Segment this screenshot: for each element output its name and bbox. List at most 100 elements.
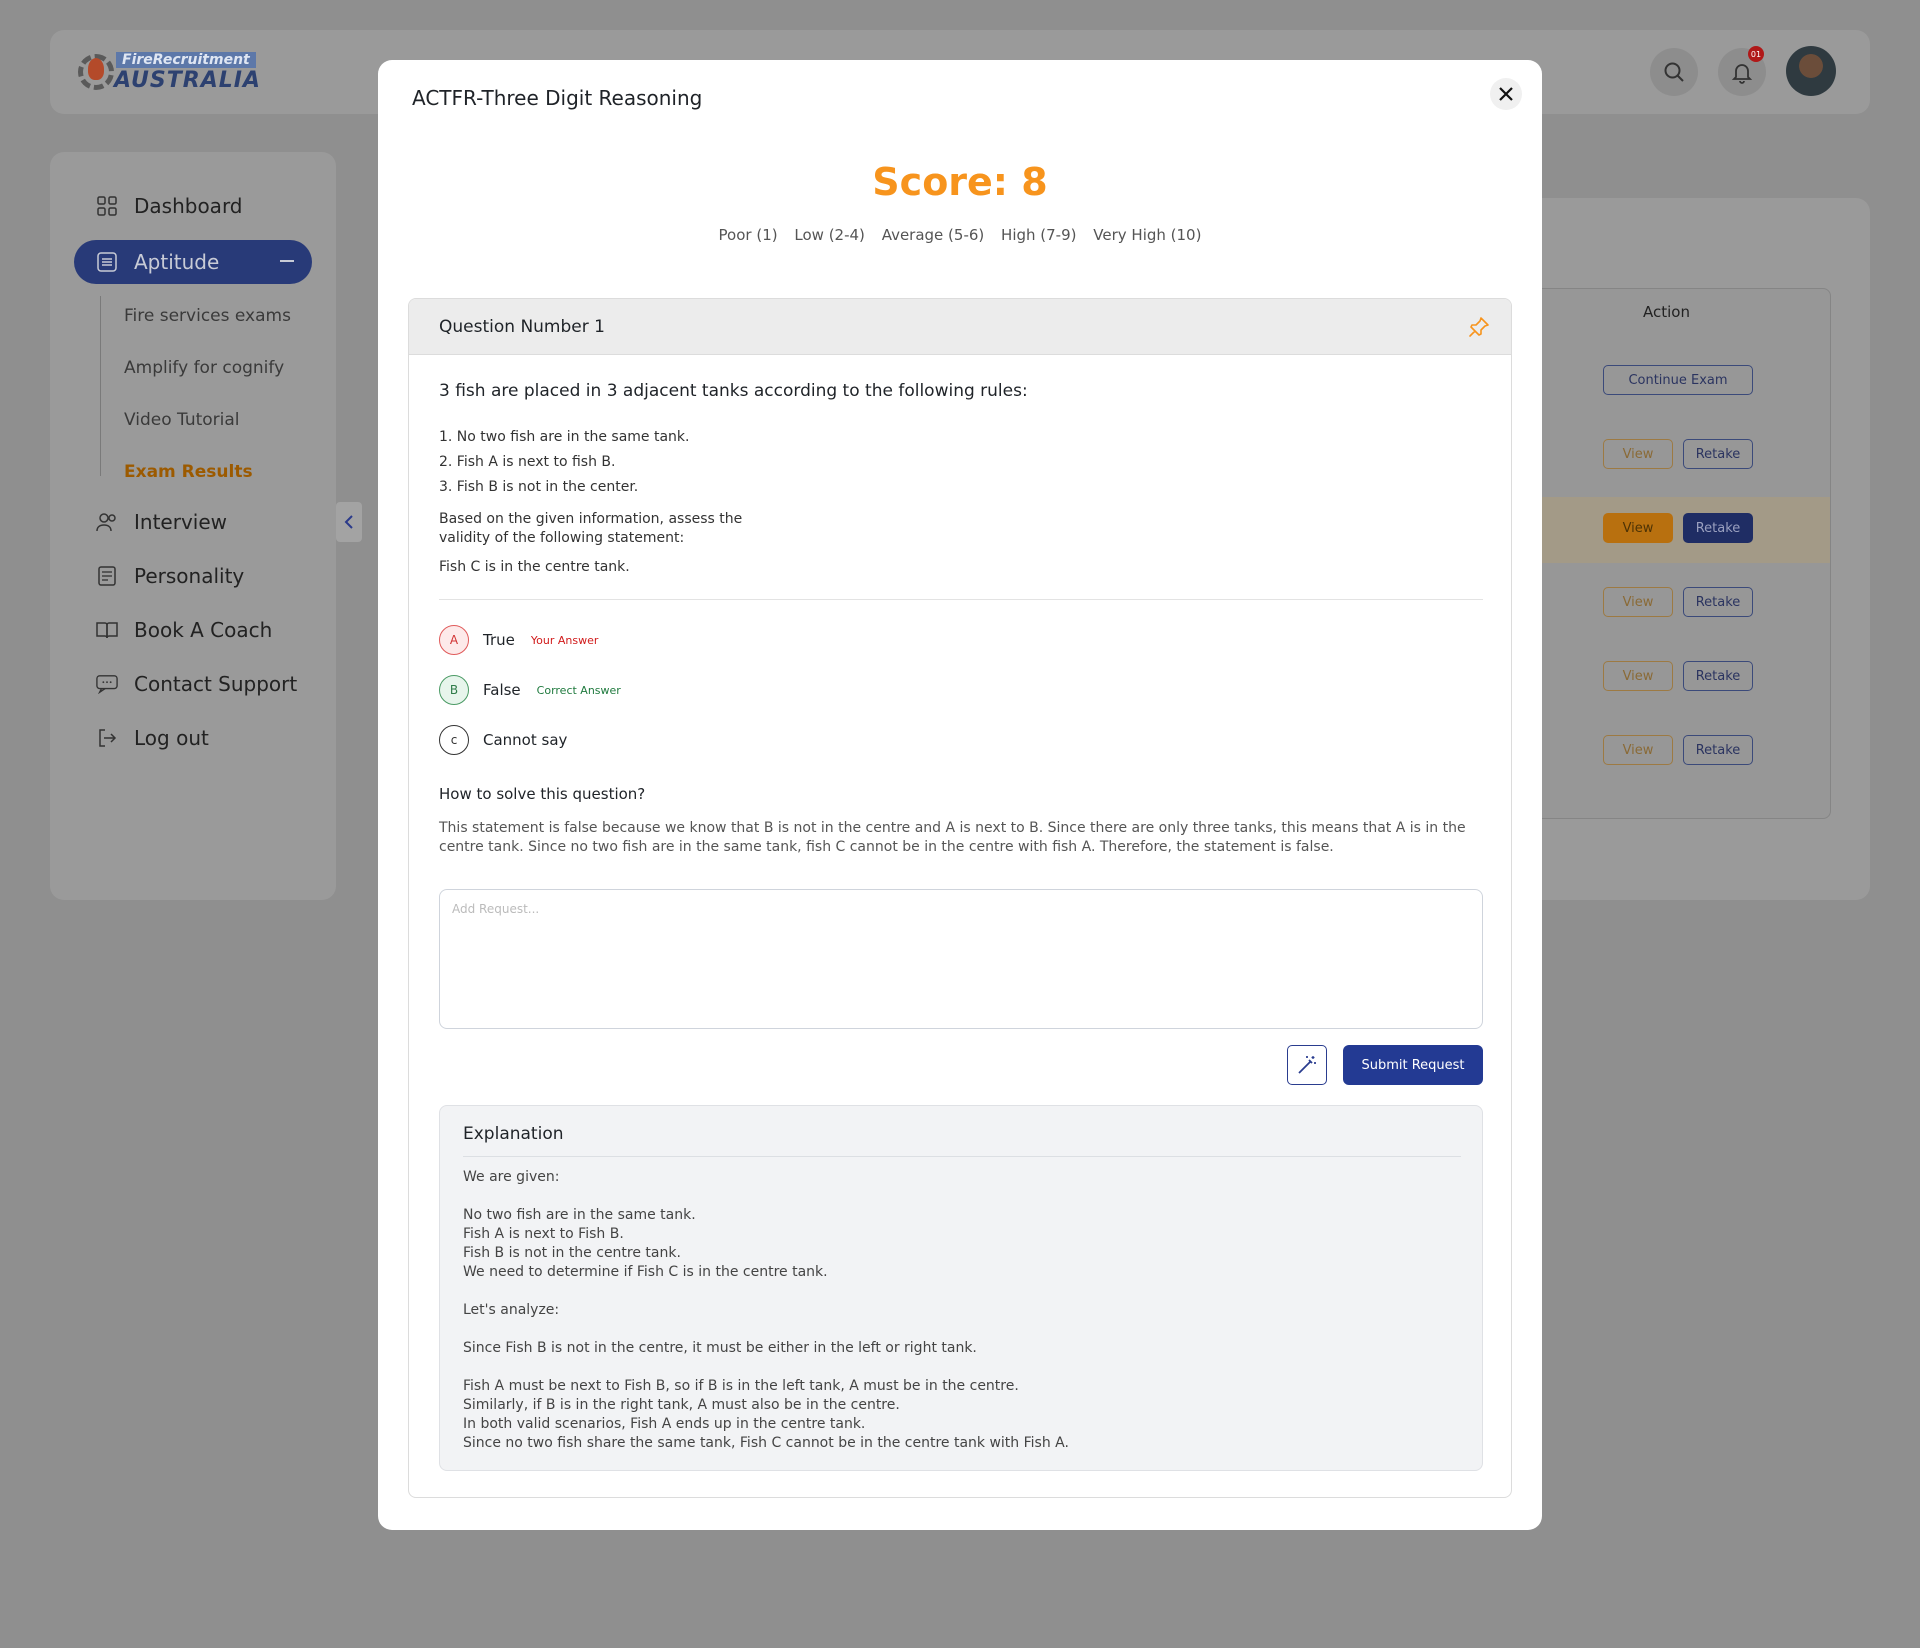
question-assess: Based on the given information, assess t… (439, 511, 743, 546)
option-c[interactable]: c Cannot say (439, 725, 567, 755)
continue-exam-button[interactable]: Continue Exam (1603, 365, 1753, 395)
collapse-minus-icon[interactable] (280, 260, 294, 262)
ai-assist-button[interactable] (1287, 1045, 1327, 1085)
explanation-line: No two fish are in the same tank. (463, 1207, 696, 1223)
explanation-line: Fish A is next to Fish B. (463, 1226, 624, 1242)
sidebar-item-personality[interactable]: Personality (74, 554, 312, 598)
explanation-line: We are given: (463, 1169, 560, 1185)
explanation-line: Since no two fish share the same tank, F… (463, 1435, 1069, 1451)
retake-button[interactable]: Retake (1683, 439, 1753, 469)
view-button[interactable]: View (1603, 587, 1673, 617)
action-column-header: Action (1643, 303, 1690, 321)
divider (463, 1156, 1461, 1157)
brand-line2: AUSTRALIA (114, 68, 261, 93)
score-level: Low (2-4) (794, 226, 865, 244)
chevron-left-icon (344, 515, 353, 529)
request-input[interactable] (439, 889, 1483, 1029)
question-card: Question Number 1 3 fish are placed in 3… (408, 298, 1512, 1498)
notification-badge: 01 (1748, 46, 1764, 62)
your-answer-tag: Your Answer (530, 633, 599, 647)
view-button[interactable]: View (1603, 439, 1673, 469)
explanation-line: Since Fish B is not in the centre, it mu… (463, 1340, 977, 1356)
retake-button[interactable]: Retake (1683, 661, 1753, 691)
explanation-line: We need to determine if Fish C is in the… (463, 1264, 828, 1280)
sidebar-item-label: Contact Support (134, 672, 298, 696)
sidebar-item-contact-support[interactable]: Contact Support (74, 662, 312, 706)
question-number: Question Number 1 (439, 317, 605, 337)
option-letter: c (439, 725, 469, 755)
question-header: Question Number 1 (409, 299, 1511, 355)
sidebar-collapse-button[interactable] (336, 502, 362, 542)
sidebar-item-logout[interactable]: Log out (74, 716, 312, 760)
sidebar-item-dashboard[interactable]: Dashboard (74, 184, 312, 228)
list-icon (96, 251, 118, 273)
question-rules: 1. No two fish are in the same tank. 2. … (439, 425, 690, 500)
sidebar-sub-fire-services[interactable]: Fire services exams (124, 306, 291, 326)
score-level: High (7-9) (1001, 226, 1077, 244)
brand-logo[interactable]: FireRecruitment AUSTRALIA (78, 48, 260, 98)
sidebar-sub-amplify[interactable]: Amplify for cognify (124, 358, 284, 378)
score-legend: Poor (1) Low (2-4) Average (5-6) High (7… (378, 226, 1542, 244)
grid-icon (96, 195, 118, 217)
sidebar-sub-exam-results[interactable]: Exam Results (124, 462, 253, 482)
submit-request-button[interactable]: Submit Request (1343, 1045, 1483, 1085)
sidebar-item-label: Aptitude (134, 250, 220, 274)
close-button[interactable] (1490, 78, 1522, 110)
notifications-button[interactable]: 01 (1718, 46, 1766, 96)
option-b[interactable]: B False Correct Answer (439, 675, 621, 705)
brand-line1: FireRecruitment (116, 52, 256, 68)
sidebar-item-book-coach[interactable]: Book A Coach (74, 608, 312, 652)
score-level: Average (5-6) (881, 226, 985, 244)
sidebar-sub-video-tutorial[interactable]: Video Tutorial (124, 410, 240, 430)
explanation-line: Fish B is not in the centre tank. (463, 1245, 681, 1261)
close-icon (1499, 87, 1513, 101)
users-icon (96, 511, 118, 533)
form-icon (96, 565, 118, 587)
rule-item: 3. Fish B is not in the center. (439, 479, 639, 495)
sidebar-item-label: Interview (134, 510, 227, 534)
retake-button[interactable]: Retake (1683, 735, 1753, 765)
avatar[interactable] (1786, 46, 1836, 96)
option-label: False (483, 681, 521, 699)
how-to-solve-title: How to solve this question? (439, 785, 646, 803)
book-icon (96, 619, 118, 641)
sidebar-item-aptitude[interactable]: Aptitude (74, 240, 312, 284)
magic-wand-icon (1298, 1056, 1316, 1074)
explanation-line: Similarly, if B is in the right tank, A … (463, 1397, 900, 1413)
divider (439, 599, 1483, 600)
sidebar-item-label: Book A Coach (134, 618, 273, 642)
retake-button[interactable]: Retake (1683, 587, 1753, 617)
chat-icon (96, 673, 118, 695)
sidebar: Dashboard Aptitude Fire services exams A… (50, 152, 336, 900)
search-button[interactable] (1650, 48, 1698, 96)
sidebar-item-label: Personality (134, 564, 245, 588)
option-label: True (483, 631, 515, 649)
modal-title: ACTFR-Three Digit Reasoning (412, 86, 703, 110)
explanation-body: We are given: No two fish are in the sam… (463, 1168, 1463, 1453)
view-button[interactable]: View (1603, 735, 1673, 765)
explanation-panel: Explanation We are given: No two fish ar… (439, 1105, 1483, 1471)
pin-icon (1469, 317, 1489, 337)
explanation-title: Explanation (463, 1124, 564, 1144)
option-letter: B (439, 675, 469, 705)
rule-item: 1. No two fish are in the same tank. (439, 429, 690, 445)
option-letter: A (439, 625, 469, 655)
flame-icon (88, 58, 104, 80)
score-value: Score: 8 (872, 160, 1048, 204)
view-button[interactable]: View (1603, 661, 1673, 691)
option-label: Cannot say (483, 731, 568, 749)
view-button[interactable]: View (1603, 513, 1673, 543)
pin-button[interactable] (1467, 315, 1491, 339)
correct-answer-tag: Correct Answer (536, 683, 621, 697)
retake-button[interactable]: Retake (1683, 513, 1753, 543)
score-level: Very High (10) (1093, 226, 1202, 244)
sidebar-item-label: Log out (134, 726, 209, 750)
option-a[interactable]: A True Your Answer (439, 625, 598, 655)
logout-icon (96, 727, 118, 749)
bell-icon (1731, 64, 1753, 84)
sidebar-item-interview[interactable]: Interview (74, 500, 312, 544)
explanation-line: Fish A must be next to Fish B, so if B i… (463, 1378, 1019, 1394)
result-modal: ACTFR-Three Digit Reasoning Score: 8 Poo… (378, 60, 1542, 1530)
results-table: Action Continue Exam View Retake View Re… (1500, 288, 1831, 819)
question-stem: 3 fish are placed in 3 adjacent tanks ac… (439, 381, 1028, 401)
